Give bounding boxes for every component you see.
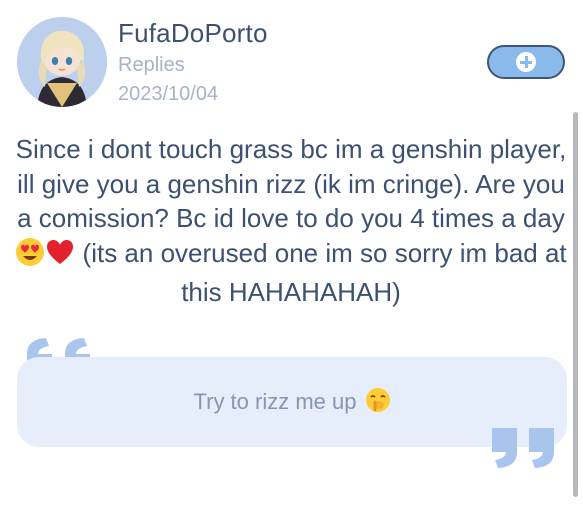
add-button[interactable] xyxy=(487,45,565,79)
username[interactable]: FufaDoPorto xyxy=(118,18,268,49)
post-date: 2023/10/04 xyxy=(118,83,219,105)
user-avatar[interactable] xyxy=(17,17,107,107)
prompt-box: Try to rizz me up xyxy=(17,357,567,447)
post-body: Since i dont touch grass bc im a genshin… xyxy=(12,132,570,310)
red-heart-emoji xyxy=(45,237,75,276)
post-type: Replies xyxy=(118,54,185,76)
shushing-face-emoji xyxy=(365,387,391,418)
close-quote-icon xyxy=(492,428,554,468)
plus-circle-icon xyxy=(516,52,536,72)
scrollbar[interactable] xyxy=(573,112,578,497)
heart-eyes-emoji xyxy=(15,237,45,276)
avatar-illustration xyxy=(17,17,107,107)
prompt-text: Try to rizz me up xyxy=(193,389,357,414)
post-body-text-1: Since i dont touch grass bc im a genshin… xyxy=(15,134,567,233)
post-body-text-2: (its an overused one im so sorry im bad … xyxy=(75,237,567,308)
